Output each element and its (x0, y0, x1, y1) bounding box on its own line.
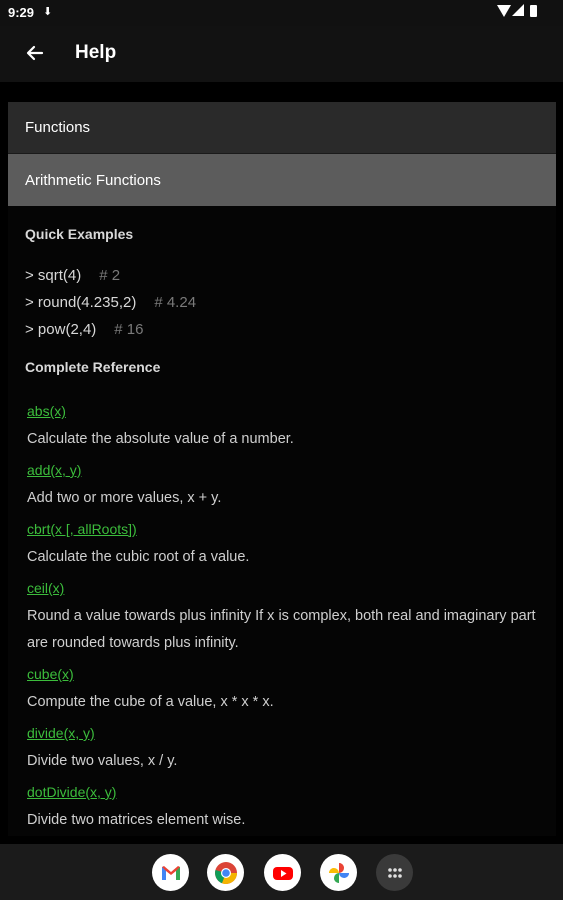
gmail-app-button[interactable] (152, 854, 189, 891)
function-description: Compute the cube of a value, x * x * x. (27, 694, 274, 710)
app-bar: Help (0, 26, 563, 82)
back-button[interactable] (18, 36, 52, 70)
section-functions[interactable]: Functions (8, 102, 556, 154)
example-code: > round(4.235,2) (25, 294, 137, 311)
reference-item: dotDivide(x, y) Divide two matrices elem… (27, 777, 539, 836)
function-description: Add two or more values, x + y. (27, 490, 222, 506)
example-comment: # 4.24 (154, 294, 197, 311)
status-time: 9:29 (8, 5, 35, 20)
function-doc-body: Quick Examples > sqrt(4) # 2 > round(4.23… (8, 206, 556, 836)
example-comment: # 16 (114, 321, 144, 338)
page-title: Help (75, 42, 117, 63)
complete-reference-heading: Complete Reference (25, 359, 161, 375)
help-screen: 9:29 ⬇ Help Functions Arithmetic Functio… (0, 0, 563, 900)
function-link-cube[interactable]: cube(x) (27, 659, 539, 689)
example-line: > pow(2,4) # 16 (25, 316, 539, 343)
function-link-cbrt[interactable]: cbrt(x [, allRoots]) (27, 514, 539, 544)
example-line: > sqrt(4) # 2 (25, 262, 539, 289)
function-link-divide[interactable]: divide(x, y) (27, 718, 539, 748)
example-code: > pow(2,4) (25, 321, 97, 338)
section-arithmetic-functions[interactable]: Arithmetic Functions (8, 154, 556, 206)
function-description: Divide two values, x / y. (27, 753, 178, 769)
example-line: > round(4.235,2) # 4.24 (25, 289, 539, 316)
reference-item: cbrt(x [, allRoots]) Calculate the cubic… (27, 514, 539, 573)
gmail-icon (161, 865, 180, 880)
chrome-icon (214, 861, 237, 884)
app-drawer-button[interactable] (376, 854, 413, 891)
function-link-ceil[interactable]: ceil(x) (27, 573, 539, 603)
download-icon: ⬇ (43, 6, 53, 18)
example-comment: # 2 (99, 267, 121, 284)
status-bar: 9:29 ⬇ (0, 0, 563, 26)
reference-item: abs(x) Calculate the absolute value of a… (27, 396, 539, 455)
taskbar-dock (0, 844, 563, 900)
reference-item: ceil(x) Round a value towards plus infin… (27, 573, 539, 659)
function-link-abs[interactable]: abs(x) (27, 396, 539, 426)
function-description: Divide two matrices element wise. (27, 812, 246, 828)
photos-icon (328, 862, 349, 883)
function-description: Calculate the absolute value of a number… (27, 431, 294, 447)
reference-item: cube(x) Compute the cube of a value, x *… (27, 659, 539, 718)
signal-icon (512, 4, 524, 16)
quick-examples-heading: Quick Examples (25, 226, 134, 242)
help-content: Functions Arithmetic Functions Quick Exa… (8, 102, 556, 844)
function-description: Round a value towards plus infinity If x… (27, 608, 536, 651)
youtube-icon (272, 866, 293, 880)
function-link-dotdivide[interactable]: dotDivide(x, y) (27, 777, 539, 807)
function-link-add[interactable]: add(x, y) (27, 455, 539, 485)
section-functions-label: Functions (25, 119, 91, 136)
battery-icon (530, 5, 537, 17)
function-description: Calculate the cubic root of a value. (27, 549, 250, 565)
wifi-icon (497, 5, 511, 17)
chrome-app-button[interactable] (207, 854, 244, 891)
example-code: > sqrt(4) (25, 267, 82, 284)
section-arithmetic-label: Arithmetic Functions (25, 171, 161, 189)
reference-item: divide(x, y) Divide two values, x / y. (27, 718, 539, 777)
photos-app-button[interactable] (320, 854, 357, 891)
youtube-app-button[interactable] (264, 854, 301, 891)
app-drawer-icon (387, 867, 402, 878)
arrow-left-icon (26, 45, 44, 61)
reference-item: add(x, y) Add two or more values, x + y. (27, 455, 539, 514)
